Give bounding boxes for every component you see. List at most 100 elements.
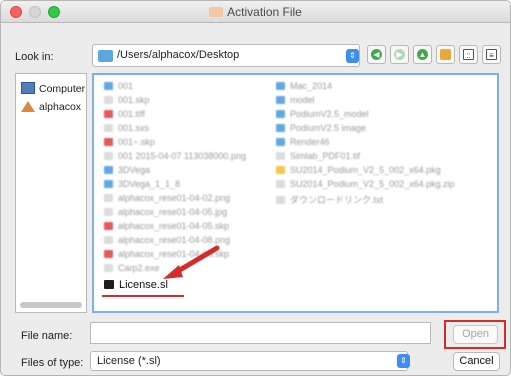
folder-icon: [276, 124, 285, 132]
file-item[interactable]: model: [276, 95, 315, 105]
up-folder-button[interactable]: ▲: [413, 45, 432, 64]
file-item[interactable]: alphacox_rese01-04-05.jpg: [104, 207, 227, 217]
detail-view-icon: ≡: [486, 49, 497, 60]
file-type-label: Files of type:: [21, 357, 84, 369]
file-name: 001 2015-04-07 113038000.png: [118, 151, 246, 161]
look-in-stepper-icon[interactable]: ⇕: [346, 49, 359, 63]
file-name: Mac_2014: [290, 81, 333, 91]
file-name: model: [290, 95, 315, 105]
file-item[interactable]: 001~.skp: [104, 137, 155, 147]
home-icon: [21, 101, 35, 112]
file-item-license[interactable]: License.sl: [104, 279, 168, 291]
file-name: Render46: [290, 137, 330, 147]
file-icon: [104, 194, 113, 202]
file-name: Carp2.exe: [118, 263, 160, 273]
file-item[interactable]: PodiumV2.5 image: [276, 123, 366, 133]
file-name: 001~.skp: [118, 137, 155, 147]
forward-arrow-icon: ▶: [394, 49, 405, 60]
file-item[interactable]: alphacox_rese01-04-08.png: [104, 235, 230, 245]
back-arrow-icon: ◀: [371, 49, 382, 60]
annotation-underline: [102, 295, 184, 297]
license-file-icon: [104, 280, 114, 289]
cancel-button[interactable]: Cancel: [453, 352, 500, 371]
folder-icon: [276, 82, 285, 90]
title-bar: Activation File: [1, 1, 510, 23]
file-name: PodiumV2.5_model: [290, 109, 369, 119]
folder-icon: [276, 110, 285, 118]
file-icon: [104, 138, 113, 146]
folder-icon: [104, 180, 113, 188]
place-computer[interactable]: Computer: [21, 82, 85, 95]
file-name: SU2014_Podium_V2_5_002_x64.pkg.zip: [290, 179, 455, 189]
folder-icon: [276, 96, 285, 104]
window-title-text: Activation File: [227, 5, 302, 19]
up-arrow-icon: ▲: [417, 49, 428, 60]
app-icon: [209, 7, 224, 17]
file-item[interactable]: 001 2015-04-07 113038000.png: [104, 151, 246, 161]
window-title: Activation File: [1, 5, 510, 19]
file-name: alphacox_rese01-04-02.png: [118, 193, 231, 203]
file-icon: [276, 180, 285, 188]
list-view-button[interactable]: ::: [459, 45, 478, 64]
new-folder-icon: [440, 49, 451, 60]
places-scrollbar[interactable]: [20, 302, 82, 308]
back-button[interactable]: ◀: [367, 45, 386, 64]
folder-icon: [98, 50, 113, 62]
file-name: PodiumV2.5 image: [290, 123, 367, 133]
file-item[interactable]: 001: [104, 81, 133, 91]
file-item[interactable]: 001.tiff: [104, 109, 145, 119]
file-item[interactable]: Mac_2014: [276, 81, 332, 91]
look-in-dropdown[interactable]: /Users/alphacox/Desktop: [92, 44, 360, 67]
file-item[interactable]: 001.sxs: [104, 123, 149, 133]
file-icon: [104, 236, 113, 244]
file-name: 3DVega_1_1_8: [118, 179, 181, 189]
file-name: 001.tiff: [118, 109, 145, 119]
folder-icon: [104, 82, 113, 90]
places-sidebar: Computer alphacox: [15, 73, 87, 313]
file-item[interactable]: ダウンロードリンク.txt: [276, 193, 383, 206]
file-dialog-window: Activation File Look in: /Users/alphacox…: [0, 0, 511, 376]
file-type-value: License (*.sl): [97, 355, 161, 367]
file-name: alphacox_rese01-04-08.png: [118, 235, 231, 245]
file-type-dropdown[interactable]: License (*.sl): [90, 351, 408, 371]
forward-button[interactable]: ▶: [390, 45, 409, 64]
list-view-icon: ::: [463, 49, 474, 60]
folder-icon: [276, 138, 285, 146]
file-name-input[interactable]: [90, 322, 431, 344]
file-name: 001.sxs: [118, 123, 150, 133]
file-icon: [104, 96, 113, 104]
file-item[interactable]: alphacox_rese01-04-02.png: [104, 193, 230, 203]
file-icon: [104, 124, 113, 132]
file-name: 001.skp: [118, 95, 150, 105]
file-item[interactable]: Simlab_PDF01.tif: [276, 151, 360, 161]
file-icon: [276, 152, 285, 160]
file-item[interactable]: 3DVega_1_1_8: [104, 179, 180, 189]
file-item[interactable]: alphacox_rese01-04-05.skp: [104, 221, 229, 231]
place-home[interactable]: alphacox: [21, 101, 81, 113]
file-icon: [104, 250, 113, 258]
look-in-label: Look in:: [15, 51, 54, 63]
file-icon: [104, 152, 113, 160]
file-item[interactable]: Render46: [276, 137, 330, 147]
file-type-stepper-icon[interactable]: ⇕: [397, 354, 410, 368]
file-name: 3DVega: [118, 165, 151, 175]
place-label: alphacox: [39, 101, 82, 113]
current-path: /Users/alphacox/Desktop: [117, 49, 240, 61]
file-icon: [104, 208, 113, 216]
folder-icon: [104, 166, 113, 174]
file-item[interactable]: SU2014_Podium_V2_5_002_x64.pkg.zip: [276, 179, 455, 189]
file-item[interactable]: PodiumV2.5_model: [276, 109, 369, 119]
file-item[interactable]: Carp2.exe: [104, 263, 160, 273]
file-item[interactable]: SU2014_Podium_V2_5_002_x64.pkg: [276, 165, 441, 175]
computer-icon: [21, 82, 35, 94]
file-item[interactable]: 3DVega: [104, 165, 150, 175]
file-icon: [276, 196, 285, 204]
detail-view-button[interactable]: ≡: [482, 45, 501, 64]
file-icon: [276, 166, 285, 174]
open-button[interactable]: Open: [453, 325, 498, 344]
file-item[interactable]: 001.skp: [104, 95, 150, 105]
new-folder-button[interactable]: [436, 45, 455, 64]
place-label: Computer: [39, 83, 86, 95]
file-icon: [104, 110, 113, 118]
file-list[interactable]: 001 001.skp 001.tiff 001.sxs 001~.skp 001 201…: [92, 73, 499, 313]
